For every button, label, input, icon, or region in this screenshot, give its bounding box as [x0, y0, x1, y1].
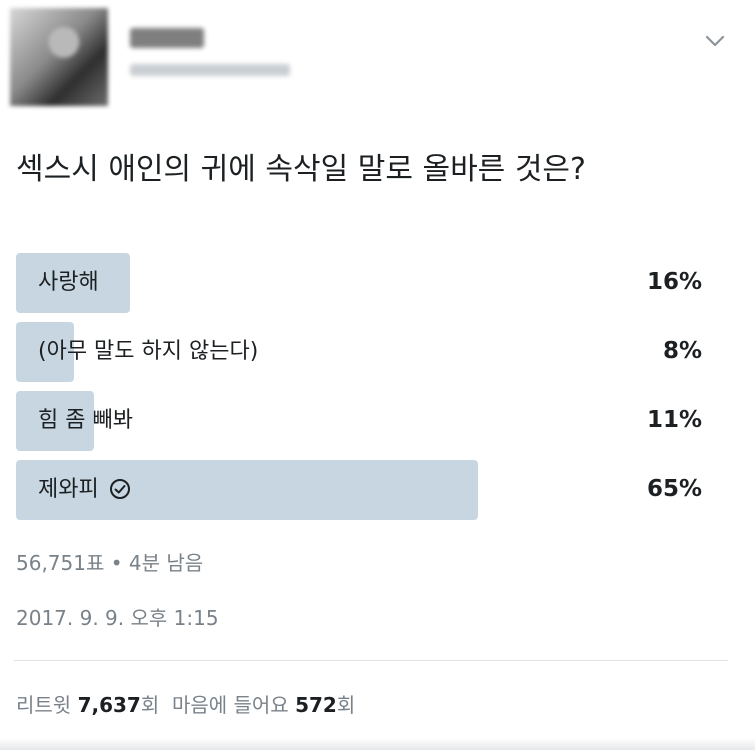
separator-dot: •	[110, 551, 123, 575]
time-left: 4분 남음	[128, 551, 204, 575]
poll-option-label: 힘 좀 빼봐	[38, 408, 133, 433]
avatar[interactable]	[10, 8, 108, 106]
poll-option-label: 사랑해	[38, 270, 99, 295]
check-circle-icon	[109, 478, 130, 499]
poll-option[interactable]: (아무 말도 하지 않는다) 8%	[16, 322, 716, 382]
bottom-edge	[0, 738, 755, 750]
divider	[14, 660, 728, 661]
likes-unit: 회	[336, 693, 356, 717]
chevron-down-icon[interactable]	[704, 34, 726, 48]
retweets-unit: 회	[140, 693, 160, 717]
likes-count[interactable]: 572	[295, 693, 337, 717]
poll-option[interactable]: 사랑해 16%	[16, 253, 716, 313]
poll-option-percent: 16%	[646, 269, 702, 295]
poll-option-label: 제와피	[38, 476, 131, 504]
vote-count: 56,751표	[16, 551, 105, 575]
likes-label: 마음에 들어요	[171, 693, 289, 717]
poll-option-label: (아무 말도 하지 않는다)	[38, 339, 259, 364]
poll-option-percent: 65%	[646, 476, 702, 502]
tweet-timestamp[interactable]: 2017. 9. 9. 오후 1:15	[16, 605, 219, 631]
poll-option-percent: 11%	[646, 407, 702, 433]
poll-option[interactable]: 힘 좀 빼봐 11%	[16, 391, 716, 451]
retweets-count[interactable]: 7,637	[78, 693, 141, 717]
poll-option-label-text: 제와피	[38, 477, 99, 502]
display-name-blurred[interactable]	[130, 28, 204, 48]
retweets-label: 리트윗	[16, 693, 72, 717]
poll-option-percent: 8%	[662, 338, 702, 364]
poll-meta: 56,751표 • 4분 남음	[16, 550, 203, 576]
engagement-stats: 리트윗 7,637회 마음에 들어요 572회	[16, 692, 355, 718]
poll-option-selected[interactable]: 제와피 65%	[16, 460, 716, 520]
tweet-text: 섹스시 애인의 귀에 속삭일 말로 올바른 것은?	[16, 152, 586, 187]
username-blurred[interactable]	[130, 64, 290, 76]
